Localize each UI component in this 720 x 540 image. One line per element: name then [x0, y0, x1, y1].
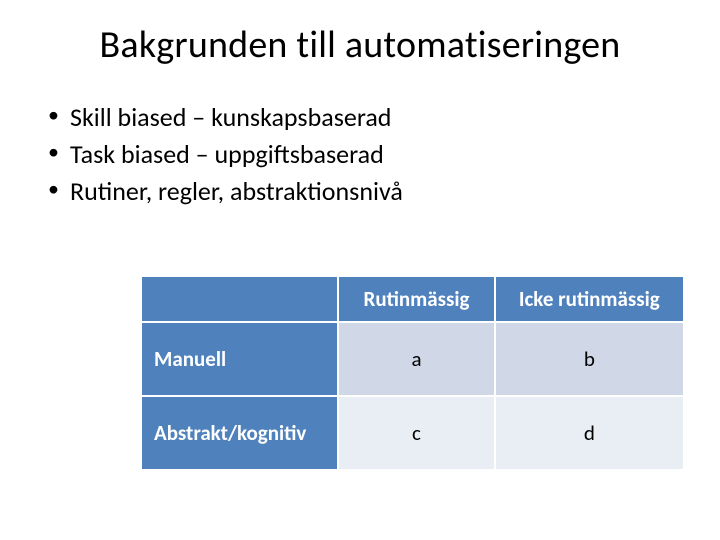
row-header: Abstrakt/kognitiv — [141, 396, 338, 470]
column-header: Rutinmässig — [338, 276, 494, 322]
table-cell: d — [495, 396, 684, 470]
slide-title: Bakgrunden till automatiseringen — [0, 0, 720, 68]
row-header: Manuell — [141, 322, 338, 396]
table-corner-cell — [141, 276, 338, 322]
bullet-item: Rutiner, regler, abstraktionsnivå — [48, 174, 720, 209]
slide: Bakgrunden till automatiseringen Skill b… — [0, 0, 720, 540]
bullet-item: Task biased – uppgiftsbaserad — [48, 137, 720, 172]
table-cell: a — [338, 322, 494, 396]
bullet-item: Skill biased – kunskapsbaserad — [48, 100, 720, 135]
matrix-table-wrap: Rutinmässig Icke rutinmässig Manuell a b… — [140, 275, 685, 471]
table-cell: b — [495, 322, 684, 396]
table-cell: c — [338, 396, 494, 470]
matrix-table: Rutinmässig Icke rutinmässig Manuell a b… — [140, 275, 685, 471]
column-header: Icke rutinmässig — [495, 276, 684, 322]
bullet-list: Skill biased – kunskapsbaserad Task bias… — [0, 100, 720, 209]
